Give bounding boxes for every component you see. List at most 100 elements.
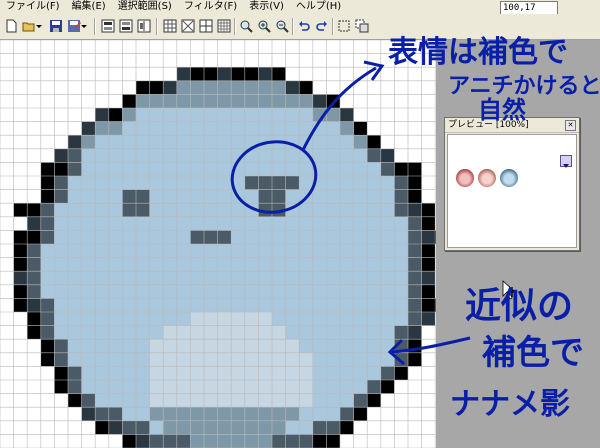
pixel-cell[interactable] xyxy=(353,380,368,394)
pixel-cell[interactable] xyxy=(353,407,368,421)
pixel-cell[interactable] xyxy=(204,244,218,258)
chevron-down-icon[interactable] xyxy=(560,155,572,168)
pixel-cell[interactable] xyxy=(353,189,368,204)
pixel-cell[interactable] xyxy=(340,352,354,367)
pixel-cell[interactable] xyxy=(299,298,313,312)
pixel-cell[interactable] xyxy=(408,216,422,231)
pixel-cell[interactable] xyxy=(272,434,286,448)
pixel-cell[interactable] xyxy=(231,257,245,272)
pixel-cell[interactable] xyxy=(204,420,218,435)
canvas-grid-icon[interactable] xyxy=(216,18,232,34)
pixel-cell[interactable] xyxy=(190,393,204,408)
pixel-cell[interactable] xyxy=(312,407,327,421)
pixel-cell[interactable] xyxy=(149,420,164,435)
selection-tool-icon[interactable] xyxy=(336,18,352,34)
pixel-cell[interactable] xyxy=(353,366,368,380)
pixel-cell[interactable] xyxy=(190,203,204,217)
pixel-cell[interactable] xyxy=(312,135,327,149)
pixel-cell[interactable] xyxy=(190,121,204,136)
pixel-cell[interactable] xyxy=(54,176,68,190)
pixel-cell[interactable] xyxy=(68,148,82,163)
pixel-cell[interactable] xyxy=(40,244,55,258)
pixel-cell[interactable] xyxy=(176,325,191,340)
pixel-cell[interactable] xyxy=(27,325,41,340)
pixel-cell[interactable] xyxy=(204,67,218,81)
pixel-cell[interactable] xyxy=(190,325,204,340)
pixel-cell[interactable] xyxy=(95,230,109,244)
pixel-cell[interactable] xyxy=(285,80,300,95)
pixel-cell[interactable] xyxy=(367,284,381,299)
pixel-cell[interactable] xyxy=(299,284,313,299)
pixel-cell[interactable] xyxy=(353,312,368,326)
pixel-cell[interactable] xyxy=(95,325,109,340)
pixel-cell[interactable] xyxy=(68,230,82,244)
pixel-cell[interactable] xyxy=(176,189,191,204)
pixel-cell[interactable] xyxy=(258,312,272,326)
pixel-cell[interactable] xyxy=(231,80,245,95)
pixel-cell[interactable] xyxy=(353,121,368,136)
menu-help[interactable]: ヘルプ(H) xyxy=(290,0,347,14)
pixel-cell[interactable] xyxy=(204,108,218,122)
pixel-cell[interactable] xyxy=(108,135,123,149)
pixel-cell[interactable] xyxy=(285,284,300,299)
pixel-cell[interactable] xyxy=(380,366,395,380)
pixel-cell[interactable] xyxy=(68,216,82,231)
copy-frame-icon[interactable] xyxy=(100,18,116,34)
pixel-cell[interactable] xyxy=(13,284,28,299)
pixel-cell[interactable] xyxy=(312,162,327,176)
pixel-cell[interactable] xyxy=(272,271,286,285)
pixel-cell[interactable] xyxy=(54,203,68,217)
pixel-cell[interactable] xyxy=(340,366,354,380)
pixel-cell[interactable] xyxy=(326,189,340,204)
pixel-cell[interactable] xyxy=(258,162,272,176)
pixel-cell[interactable] xyxy=(312,148,327,163)
pixel-cell[interactable] xyxy=(163,80,177,95)
pixel-cell[interactable] xyxy=(204,162,218,176)
pixel-cell[interactable] xyxy=(285,380,300,394)
pixel-cell[interactable] xyxy=(149,148,164,163)
pixel-cell[interactable] xyxy=(108,108,123,122)
pixel-cell[interactable] xyxy=(136,352,150,367)
pixel-cell[interactable] xyxy=(353,393,368,408)
pixel-cell[interactable] xyxy=(176,257,191,272)
pixel-cell[interactable] xyxy=(394,189,408,204)
pixel-cell[interactable] xyxy=(285,352,300,367)
pixel-cell[interactable] xyxy=(258,244,272,258)
pixel-cell[interactable] xyxy=(122,298,136,312)
pixel-cell[interactable] xyxy=(176,312,191,326)
pixel-cell[interactable] xyxy=(149,339,164,353)
pixel-cell[interactable] xyxy=(312,230,327,244)
pixel-cell[interactable] xyxy=(81,312,96,326)
pixel-cell[interactable] xyxy=(231,407,245,421)
pixel-cell[interactable] xyxy=(299,380,313,394)
pixel-cell[interactable] xyxy=(408,284,422,299)
pixel-cell[interactable] xyxy=(299,244,313,258)
pixel-cell[interactable] xyxy=(122,162,136,176)
pixel-cell[interactable] xyxy=(312,94,327,108)
pixel-cell[interactable] xyxy=(136,339,150,353)
pixel-cell[interactable] xyxy=(163,135,177,149)
pixel-cell[interactable] xyxy=(340,298,354,312)
pixel-cell[interactable] xyxy=(122,271,136,285)
save-dropdown-icon[interactable] xyxy=(80,18,88,34)
pixel-cell[interactable] xyxy=(54,216,68,231)
pixel-cell[interactable] xyxy=(408,325,422,340)
pixel-cell[interactable] xyxy=(176,420,191,435)
pixel-cell[interactable] xyxy=(326,203,340,217)
pixel-cell[interactable] xyxy=(285,135,300,149)
pixel-cell[interactable] xyxy=(394,257,408,272)
pixel-cell[interactable] xyxy=(367,312,381,326)
pixel-cell[interactable] xyxy=(176,67,191,81)
pixel-cell[interactable] xyxy=(408,230,422,244)
pixel-cell[interactable] xyxy=(27,298,41,312)
pixel-cell[interactable] xyxy=(285,189,300,204)
pixel-cell[interactable] xyxy=(217,380,232,394)
pixel-cell[interactable] xyxy=(408,298,422,312)
pixel-cell[interactable] xyxy=(68,325,82,340)
pixel-cell[interactable] xyxy=(176,108,191,122)
pixel-cell[interactable] xyxy=(258,230,272,244)
pixel-cell[interactable] xyxy=(40,230,55,244)
pixel-cell[interactable] xyxy=(136,420,150,435)
pixel-cell[interactable] xyxy=(367,298,381,312)
pixel-cell[interactable] xyxy=(326,176,340,190)
